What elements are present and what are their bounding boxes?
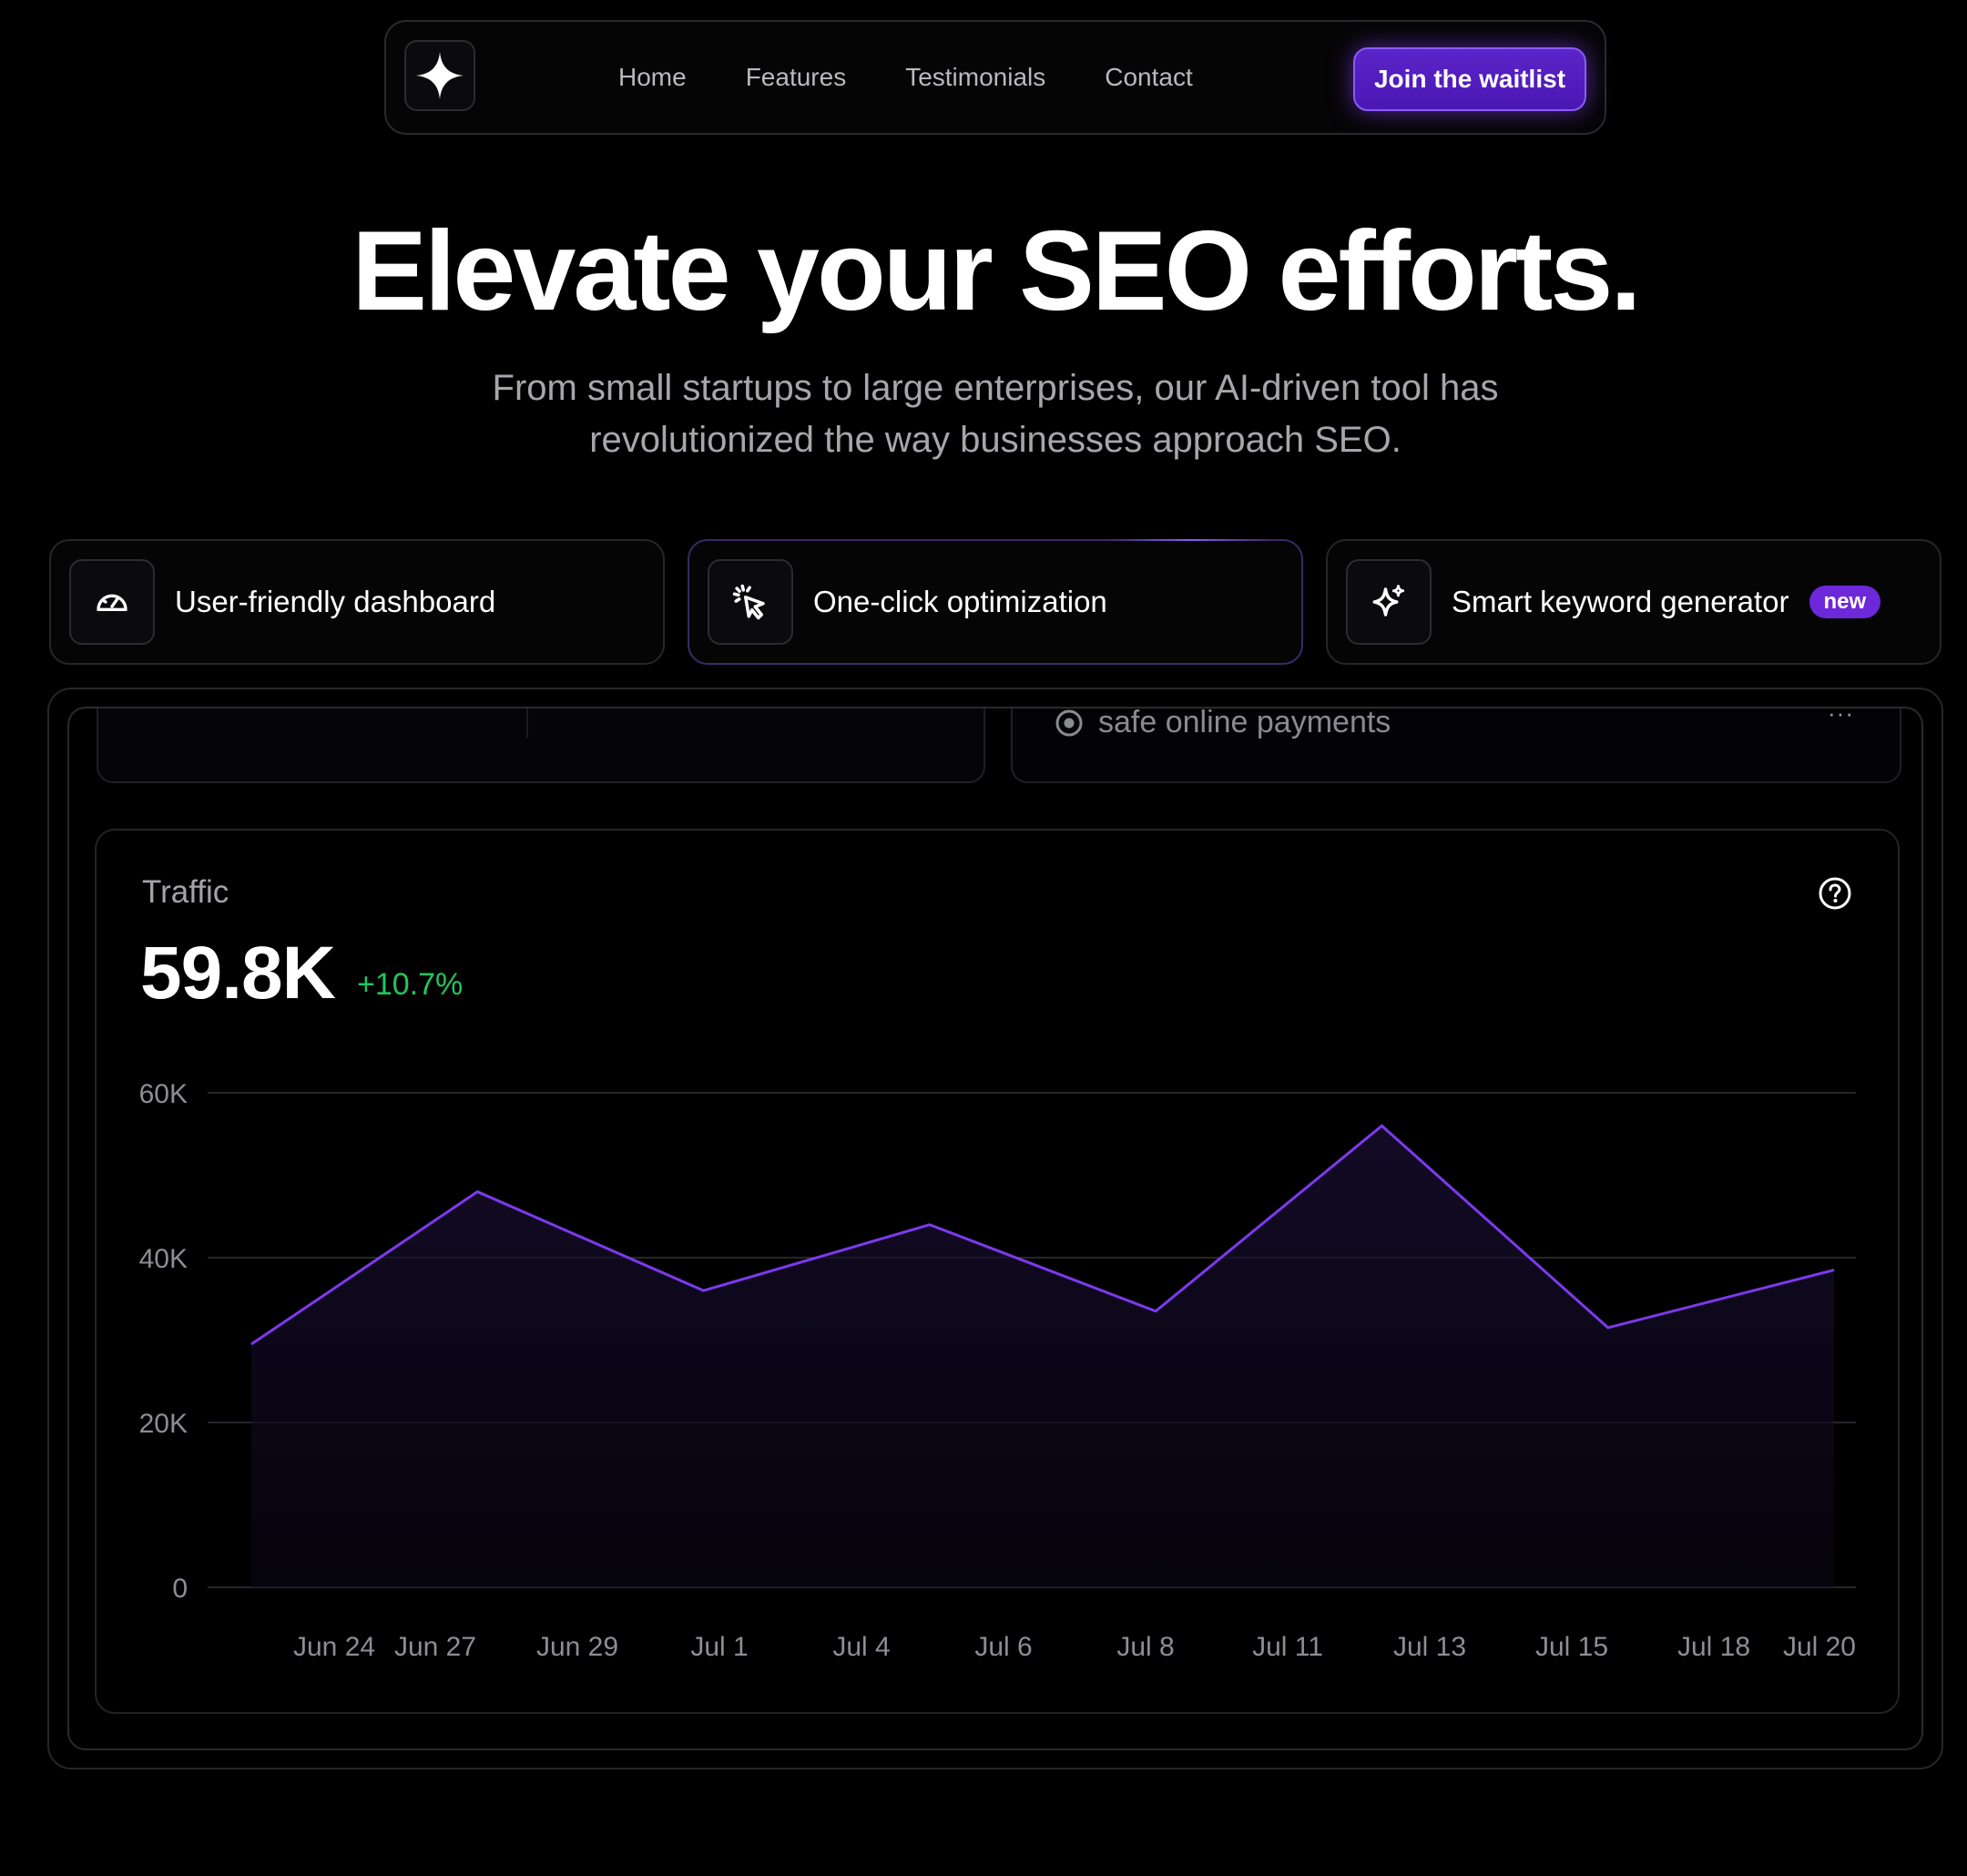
sparkles-icon [1372,585,1405,617]
traffic-chart: 60K 40K 20K 0 Jun 24 Jun 27 Jun 29 Jul 1 Jul 4 Ju… [139,1079,1856,1662]
radio-dot-icon [1055,709,1083,736]
sparkles-icon-box [1346,559,1432,645]
feature-label: User-friendly dashboard [175,585,496,618]
x-tick-label: Jul 13 [1393,1632,1466,1662]
cursor-click-icon [732,584,765,620]
feature-label: Smart keyword generator [1452,585,1789,618]
x-tick-label: Jun 27 [394,1632,476,1662]
new-badge: new [1809,586,1881,618]
y-tick-label: 40K [139,1244,188,1274]
x-tick-label: Jun 29 [536,1632,618,1662]
logo[interactable] [404,40,475,111]
card-divider [526,709,528,738]
traffic-area [251,1126,1834,1587]
more-options-icon[interactable]: ··· [1828,709,1854,728]
top-navbar: Home Features Testimonials Contact Join … [384,20,1606,135]
feature-one-click-optimization[interactable]: One-click optimization [688,539,1303,665]
nav-link-contact[interactable]: Contact [1105,63,1193,92]
traffic-card: Traffic 59.8K +10.7% 60K 40K 20K 0 Jun 24 Jun… [95,829,1900,1714]
payments-label: safe online payments [1098,707,1391,739]
x-tick-label: Jun 24 [293,1632,375,1662]
hero-title: Elevate your SEO efforts. [352,209,1641,334]
x-tick-label: Jul 18 [1677,1632,1750,1662]
x-tick-label: Jul 11 [1252,1632,1323,1662]
x-tick-label: Jul 8 [1116,1632,1174,1662]
nav-link-testimonials[interactable]: Testimonials [905,63,1045,92]
payments-card: safe online payments ··· [1011,707,1901,783]
cursor-icon-box [708,559,793,645]
y-tick-label: 60K [139,1079,188,1109]
gauge-icon-box [69,559,155,645]
x-tick-label: Jul 1 [690,1632,748,1662]
x-tick-label: Jul 6 [974,1632,1032,1662]
nav-links: Home Features Testimonials Contact [618,22,1193,133]
nav-link-features[interactable]: Features [746,63,847,92]
x-tick-label: Jul 15 [1535,1632,1608,1662]
y-tick-label: 0 [172,1574,188,1604]
sparkle-logo-icon [416,52,464,99]
payments-row: safe online payments [1055,707,1391,740]
nav-link-home[interactable]: Home [618,63,687,92]
x-tick-label: Jul 20 [1783,1632,1856,1662]
y-tick-label: 20K [139,1409,188,1439]
x-tick-label: Jul 4 [832,1632,890,1662]
feature-label: One-click optimization [813,585,1107,618]
summary-card [97,709,985,783]
feature-smart-keyword-generator[interactable]: Smart keyword generator new [1326,539,1942,665]
hero-subtitle: From small startups to large enterprises… [492,368,1499,460]
active-glow [1108,539,1272,541]
feature-user-friendly-dashboard[interactable]: User-friendly dashboard [49,539,665,665]
gauge-icon [97,594,127,611]
join-waitlist-button[interactable]: Join the waitlist [1353,47,1586,111]
